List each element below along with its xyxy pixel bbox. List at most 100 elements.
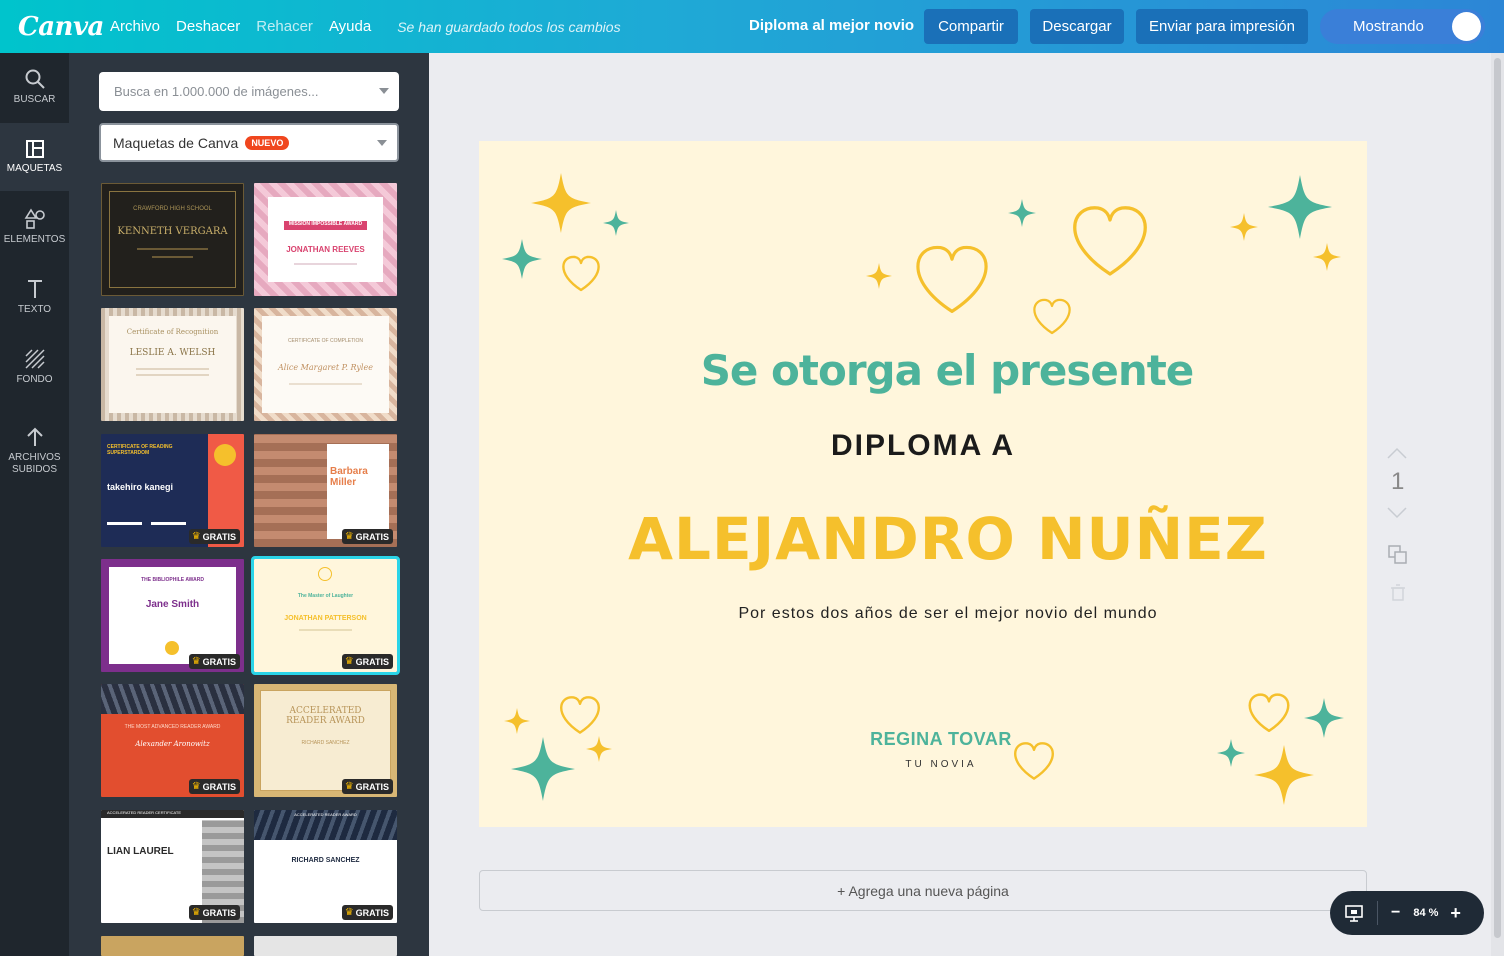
menu-archivo[interactable]: Archivo [110, 18, 160, 35]
free-badge-label: GRATIS [202, 531, 236, 542]
crown-icon: ♛ [191, 531, 201, 542]
diploma-heading[interactable]: Se otorga el presente [479, 346, 1367, 395]
template-thumb[interactable] [101, 936, 244, 956]
free-badge-label: GRATIS [355, 531, 389, 542]
rail-text[interactable]: TEXTO [0, 263, 69, 331]
text-icon [27, 280, 42, 298]
template-thumb[interactable] [254, 936, 397, 956]
rail-layouts[interactable]: MAQUETAS [0, 123, 69, 191]
template-thumb[interactable]: THE MOST ADVANCED READER AWARD Alexander… [101, 684, 244, 797]
zoom-out-button[interactable]: − [1391, 904, 1400, 922]
thumb-top-text: THE MOST ADVANCED READER AWARD [124, 724, 221, 730]
sparkle-icon [603, 210, 629, 236]
thumb-main-text: JONATHAN REEVES [286, 245, 365, 254]
zoom-in-button[interactable]: + [1450, 903, 1461, 924]
template-thumb[interactable]: Certificate of Recognition LESLIE A. WEL… [101, 308, 244, 421]
sparkle-icon [531, 173, 591, 233]
present-toggle[interactable]: Mostrando [1320, 9, 1485, 44]
crown-icon: ♛ [344, 781, 354, 792]
menu-rehacer[interactable]: Rehacer [256, 18, 313, 35]
rail-elements[interactable]: ELEMENTOS [0, 193, 69, 261]
sparkle-icon [1268, 175, 1332, 239]
thumb-main-text: Barbara Miller [330, 466, 368, 488]
template-thumb[interactable]: THE BIBLIOPHILE AWARD Jane Smith ♛ GRATIS [101, 559, 244, 672]
thumb-top-text: MISSION IMPOSSIBLE AWARD [288, 221, 363, 227]
template-thumb[interactable]: Barbara Miller ♛ GRATIS [254, 434, 397, 547]
present-toggle-label: Mostrando [1353, 18, 1424, 35]
menu-deshacer[interactable]: Deshacer [176, 18, 240, 35]
template-thumb[interactable]: CRAWFORD HIGH SCHOOL KENNETH VERGARA [101, 183, 244, 296]
template-thumb[interactable]: ACCELERATED READER CERTIFICATE LIAN LAUR… [101, 810, 244, 923]
zoom-level[interactable]: 84 % [1413, 907, 1438, 919]
diploma-subheading[interactable]: DIPLOMA A [479, 429, 1367, 463]
rail-uploads[interactable]: ARCHIVOS SUBIDOS [0, 411, 69, 491]
thumb-top-text: The Master of Laughter [297, 593, 354, 599]
side-rail: BUSCAR MAQUETAS ELEMENTOS TEXTO FONDO AR… [0, 53, 69, 956]
free-badge: ♛ GRATIS [341, 905, 393, 920]
thumb-top-text: CRAWFORD HIGH SCHOOL [133, 206, 212, 212]
signer-role[interactable]: TU NOVIA [479, 759, 1367, 770]
rail-elements-label: ELEMENTOS [3, 234, 66, 245]
duplicate-icon[interactable] [1387, 544, 1409, 571]
sparkle-icon [1313, 243, 1341, 271]
select-label: Maquetas de Canva [113, 134, 239, 151]
template-thumb[interactable]: CERTIFICATE OF READING SUPERSTARDOM take… [101, 434, 244, 547]
chevron-down-icon[interactable] [377, 140, 387, 146]
page-down-icon[interactable] [1385, 506, 1409, 525]
rail-search-label: BUSCAR [13, 94, 56, 105]
thumb-main-text: RICHARD SANCHEZ [291, 857, 360, 864]
template-thumb[interactable]: ACCELERATED READER AWARD RICHARD SANCHEZ… [254, 684, 397, 797]
page-up-icon[interactable] [1385, 446, 1409, 463]
trash-icon[interactable] [1390, 584, 1406, 607]
template-thumb[interactable]: CERTIFICATE OF COMPLETION Alice Margaret… [254, 308, 397, 421]
canva-logo[interactable]: Canva [18, 12, 110, 42]
diploma-page[interactable]: Se otorga el presente DIPLOMA A ALEJANDR… [479, 141, 1367, 827]
template-source-select[interactable]: Maquetas de Canva NUEVO [99, 123, 399, 162]
share-button[interactable]: Compartir [924, 9, 1018, 44]
template-thumb[interactable]: ACCELERATED READER AWARD RICHARD SANCHEZ… [254, 810, 397, 923]
template-thumb[interactable]: MISSION IMPOSSIBLE AWARD JONATHAN REEVES [254, 183, 397, 296]
rail-search[interactable]: BUSCAR [0, 53, 69, 121]
chevron-down-icon[interactable] [379, 88, 389, 94]
rail-background[interactable]: FONDO [0, 333, 69, 401]
template-thumb-selected[interactable]: The Master of Laughter JONATHAN PATTERSO… [251, 556, 400, 675]
thumb-top-text: Certificate of Recognition [126, 328, 219, 336]
crown-icon: ♛ [191, 781, 201, 792]
crown-icon: ♛ [191, 656, 201, 667]
thumb-main-text: Alexander Aronowitz [135, 740, 210, 748]
crown-icon: ♛ [344, 656, 354, 667]
thumb-top-text: THE BIBLIOPHILE AWARD [141, 577, 204, 583]
thumb-main-text: ACCELERATED READER AWARD [286, 706, 365, 726]
heart-icon [1248, 693, 1290, 733]
scrollbar-thumb[interactable] [1494, 58, 1501, 938]
new-badge: NUEVO [245, 135, 290, 150]
heart-icon [562, 255, 600, 292]
present-icon[interactable] [1344, 903, 1364, 923]
zoom-divider [1377, 901, 1378, 925]
image-search-input[interactable]: Busca en 1.000.000 de imágenes... [99, 72, 399, 111]
crown-icon: ♛ [191, 907, 201, 918]
rail-background-label: FONDO [16, 374, 53, 385]
diploma-decorations [502, 173, 1344, 805]
thumb-main-text: LESLIE A. WELSH [129, 348, 216, 358]
search-icon [25, 69, 45, 89]
download-button[interactable]: Descargar [1030, 9, 1124, 44]
add-page-button[interactable]: + Agrega una nueva página [479, 870, 1367, 911]
rail-text-label: TEXTO [17, 304, 52, 315]
save-status: Se han guardado todos los cambios [397, 18, 621, 35]
rail-layouts-label: MAQUETAS [6, 163, 63, 174]
diploma-reason[interactable]: Por estos dos años de ser el mejor novio… [479, 605, 1367, 623]
menu-ayuda[interactable]: Ayuda [329, 18, 371, 35]
heart-icon [916, 245, 988, 313]
signer-name[interactable]: REGINA TOVAR [479, 729, 1367, 750]
print-button[interactable]: Enviar para impresión [1136, 9, 1308, 44]
free-badge-label: GRATIS [202, 781, 236, 792]
vertical-scrollbar[interactable] [1491, 53, 1504, 956]
sparkle-icon [1254, 745, 1314, 805]
thumb-top-text: CERTIFICATE OF COMPLETION [287, 338, 364, 344]
free-badge-label: GRATIS [355, 781, 389, 792]
crown-icon: ♛ [344, 531, 354, 542]
recipient-name[interactable]: ALEJANDRO NUÑEZ [479, 505, 1367, 573]
thumb-main-text: KENNETH VERGARA [117, 226, 228, 237]
design-title[interactable]: Diploma al mejor novio [749, 17, 914, 34]
